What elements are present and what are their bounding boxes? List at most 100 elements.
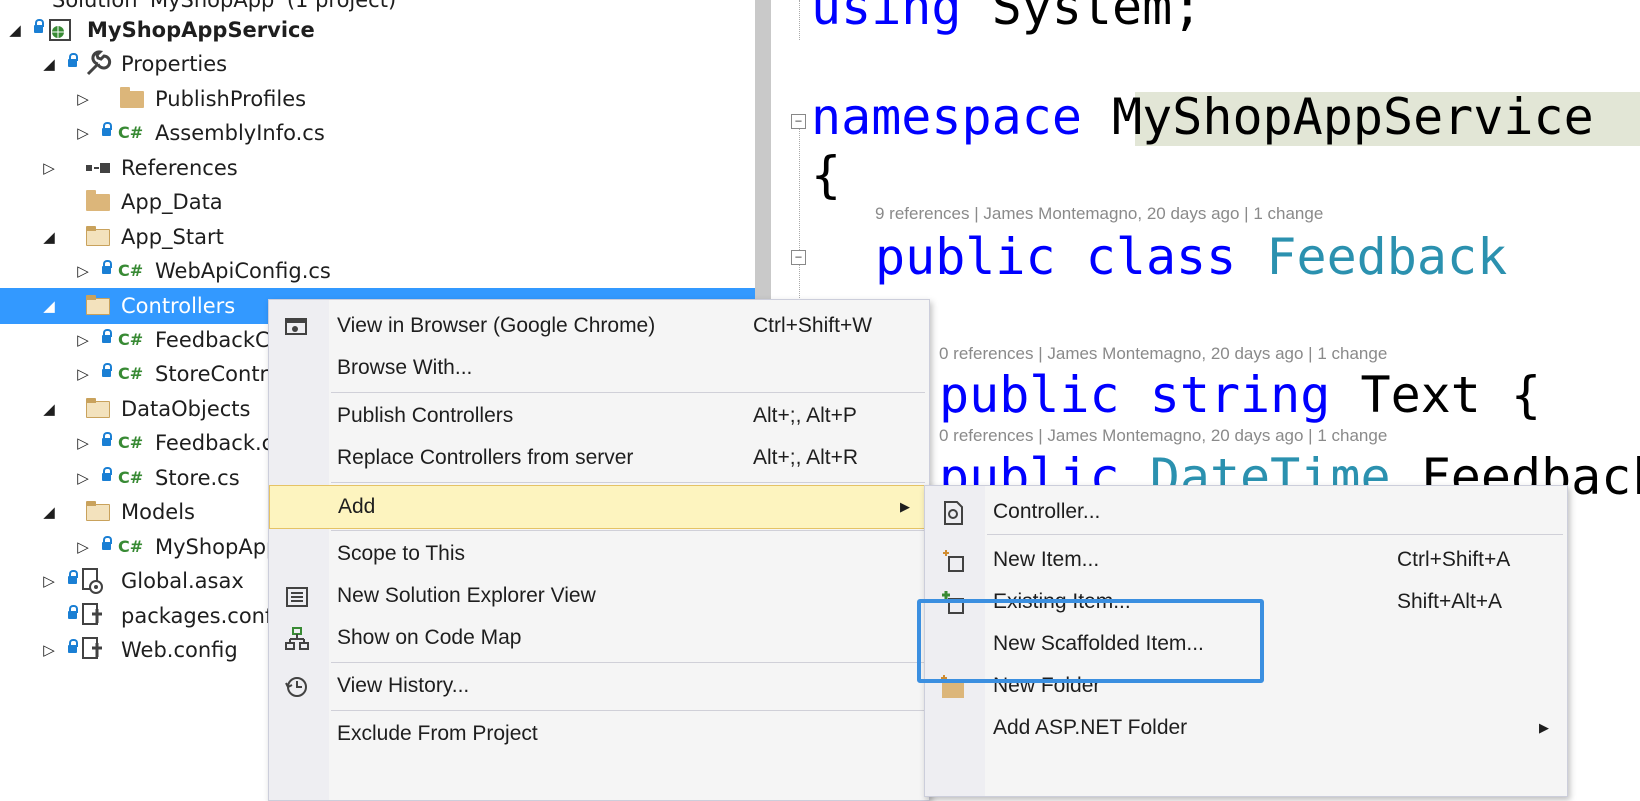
tree-label: AssemblyInfo.cs xyxy=(155,121,325,145)
expanded-arrow-icon[interactable]: ◢ xyxy=(4,12,26,48)
csharp-file-icon: C# xyxy=(118,468,144,487)
tree-label: Global.asax xyxy=(121,569,244,593)
submenu-arrow-icon: ▶ xyxy=(900,499,910,514)
browser-icon xyxy=(284,314,310,340)
collapsed-arrow-icon[interactable]: ▷ xyxy=(72,115,94,151)
menu-separator xyxy=(331,392,925,393)
collapsed-arrow-icon[interactable]: ▷ xyxy=(72,356,94,392)
codelens-date[interactable]: 0 references | James Montemagno, 20 days… xyxy=(939,426,1387,446)
tree-label: packages.config xyxy=(121,604,292,628)
open-folder-icon xyxy=(84,494,114,530)
menu-separator xyxy=(331,662,925,663)
menu-item-new-solution-explorer-view[interactable]: New Solution Explorer View xyxy=(269,576,929,616)
collapsed-arrow-icon[interactable]: ▷ xyxy=(72,253,94,289)
lock-icon xyxy=(100,115,114,151)
new-item-icon xyxy=(940,548,966,574)
csharp-file-icon: C# xyxy=(118,433,144,452)
collapsed-arrow-icon[interactable]: ▷ xyxy=(72,322,94,358)
lock-icon xyxy=(100,253,114,289)
tree-row-app-start[interactable]: ◢ App_Start xyxy=(0,219,755,255)
tree-label: Properties xyxy=(121,52,228,76)
submenu-arrow-icon: ▶ xyxy=(1539,720,1549,735)
menu-item-publish-controllers[interactable]: Publish Controllers Alt+;, Alt+P xyxy=(269,396,929,436)
code-brace: { xyxy=(811,146,842,204)
lock-icon xyxy=(100,460,114,496)
highlight-box xyxy=(917,599,1264,683)
folder-icon xyxy=(118,81,148,117)
lock-icon xyxy=(100,322,114,358)
menu-item-view-in-browser[interactable]: View in Browser (Google Chrome) Ctrl+Shi… xyxy=(269,306,929,346)
tree-label: PublishProfiles xyxy=(155,87,307,111)
menu-item-add[interactable]: Add ▶ xyxy=(269,485,929,529)
web-project-icon xyxy=(46,12,76,48)
menu-item-scope-to-this[interactable]: Scope to This xyxy=(269,534,929,574)
tree-row-app-data[interactable]: App_Data xyxy=(0,184,755,220)
config-file-icon xyxy=(80,632,110,668)
tree-row-properties[interactable]: ◢ Properties xyxy=(0,46,755,82)
codelens-class[interactable]: 9 references | James Montemagno, 20 days… xyxy=(875,204,1323,224)
code-line-using: using System; xyxy=(811,0,1203,36)
solution-explorer-view-icon xyxy=(284,584,310,610)
collapse-toggle-icon[interactable]: − xyxy=(791,250,806,265)
menu-item-show-on-code-map[interactable]: Show on Code Map xyxy=(269,618,929,658)
open-folder-icon xyxy=(84,288,114,324)
lock-icon xyxy=(32,12,46,48)
tree-label: Models xyxy=(121,500,195,524)
tree-label: App_Data xyxy=(121,190,223,214)
tree-row-assemblyinfo[interactable]: ▷ C# AssemblyInfo.cs xyxy=(0,115,755,151)
menu-item-controller[interactable]: Controller... xyxy=(925,492,1567,532)
menu-item-new-item[interactable]: New Item... Ctrl+Shift+A xyxy=(925,540,1567,580)
lock-icon xyxy=(66,632,80,668)
tree-label: App_Start xyxy=(121,225,224,249)
csharp-file-icon: C# xyxy=(118,364,144,383)
codelens-text[interactable]: 0 references | James Montemagno, 20 days… xyxy=(939,344,1387,364)
tree-label: DataObjects xyxy=(121,397,251,421)
indent-guide xyxy=(799,0,800,40)
tree-row-webapiconfig[interactable]: ▷ C# WebApiConfig.cs xyxy=(0,253,755,289)
open-folder-icon xyxy=(84,219,114,255)
code-line-text: public string Text { xyxy=(939,366,1542,424)
menu-separator xyxy=(331,530,925,531)
collapsed-arrow-icon[interactable]: ▷ xyxy=(38,632,60,668)
csharp-file-icon: C# xyxy=(118,261,144,280)
collapsed-arrow-icon[interactable]: ▷ xyxy=(72,529,94,565)
tree-label: MyShopAppService xyxy=(87,18,315,42)
menu-separator xyxy=(331,710,925,711)
expanded-arrow-icon[interactable]: ◢ xyxy=(38,391,60,427)
tree-row-references[interactable]: ▷ References xyxy=(0,150,755,186)
lock-icon xyxy=(100,529,114,565)
tree-row-publishprofiles[interactable]: ▷ PublishProfiles xyxy=(0,81,755,117)
tree-row-project[interactable]: ◢ MyShopAppService xyxy=(0,12,755,48)
menu-item-browse-with[interactable]: Browse With... xyxy=(269,348,929,388)
expanded-arrow-icon[interactable]: ◢ xyxy=(38,219,60,255)
collapsed-arrow-icon[interactable]: ▷ xyxy=(38,563,60,599)
expanded-arrow-icon[interactable]: ◢ xyxy=(38,288,60,324)
collapsed-arrow-icon[interactable]: ▷ xyxy=(72,460,94,496)
controller-icon xyxy=(940,500,966,526)
tree-label: WebApiConfig.cs xyxy=(155,259,331,283)
collapsed-arrow-icon[interactable]: ▷ xyxy=(72,81,94,117)
tree-label: Feedback.cs xyxy=(155,431,285,455)
menu-item-view-history[interactable]: View History... xyxy=(269,666,929,706)
collapsed-arrow-icon[interactable]: ▷ xyxy=(38,150,60,186)
menu-item-replace-controllers[interactable]: Replace Controllers from server Alt+;, A… xyxy=(269,438,929,478)
open-folder-icon xyxy=(84,391,114,427)
tree-label: Web.config xyxy=(121,638,238,662)
lock-icon xyxy=(100,425,114,461)
tree-label: References xyxy=(121,156,238,180)
expanded-arrow-icon[interactable]: ◢ xyxy=(38,46,60,82)
collapsed-arrow-icon[interactable]: ▷ xyxy=(72,425,94,461)
lock-icon xyxy=(66,563,80,599)
references-icon xyxy=(84,150,114,186)
tree-label: Controllers xyxy=(121,294,236,318)
lock-icon xyxy=(100,356,114,392)
code-line-namespace: namespace MyShopAppService xyxy=(811,88,1594,146)
config-file-icon xyxy=(80,598,110,634)
collapse-toggle-icon[interactable]: − xyxy=(791,114,806,129)
menu-separator xyxy=(331,482,925,483)
menu-item-exclude-from-project[interactable]: Exclude From Project xyxy=(269,714,929,754)
menu-item-add-aspnet-folder[interactable]: Add ASP.NET Folder ▶ xyxy=(925,708,1567,748)
expanded-arrow-icon[interactable]: ◢ xyxy=(38,494,60,530)
gear-file-icon xyxy=(80,563,110,599)
code-line-class: public class Feedback xyxy=(875,228,1508,286)
